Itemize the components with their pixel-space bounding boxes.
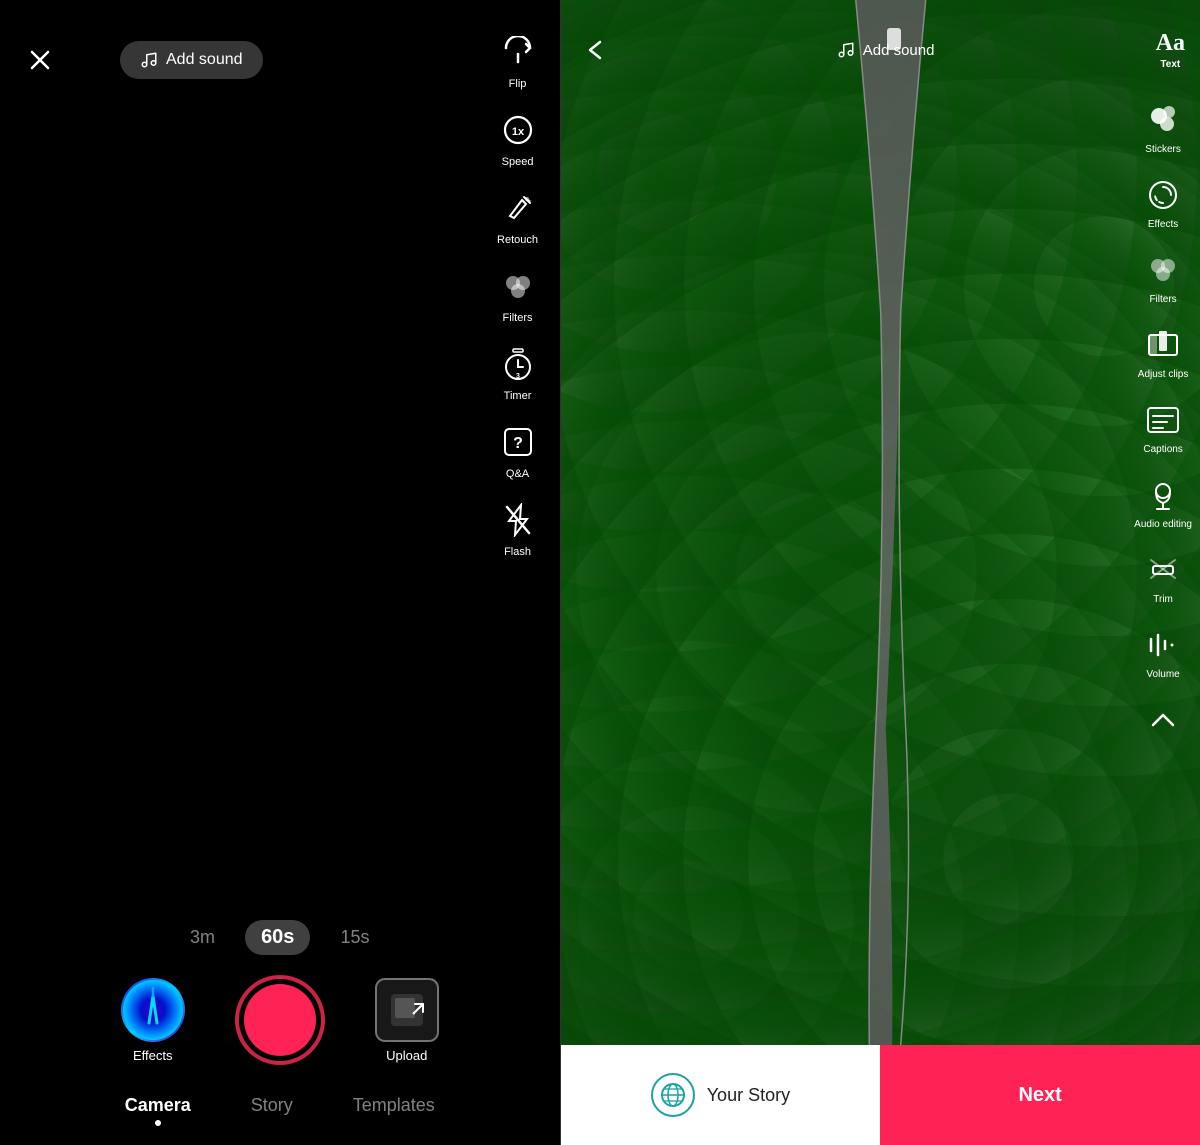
audio-editing-tool[interactable]: Audio editing — [1134, 475, 1192, 530]
more-tools-button[interactable] — [1143, 700, 1183, 740]
duration-3m[interactable]: 3m — [190, 927, 215, 948]
volume-icon — [1143, 625, 1183, 665]
upload-button[interactable]: Upload — [375, 978, 439, 1063]
flip-icon — [496, 30, 540, 74]
add-sound-right-label: Add sound — [863, 42, 935, 59]
right-panel: Add sound Aa Text Stickers — [561, 0, 1200, 1145]
captions-icon — [1143, 400, 1183, 440]
left-tools-panel: Flip 1x Speed — [496, 30, 540, 558]
volume-label: Volume — [1146, 669, 1179, 680]
timer-label: Timer — [504, 390, 532, 402]
next-label: Next — [1018, 1084, 1061, 1106]
bottom-action-bar: Your Story Next — [561, 1045, 1200, 1145]
filters-label: Filters — [503, 312, 533, 324]
captions-label: Captions — [1143, 444, 1182, 455]
retouch-icon — [496, 186, 540, 230]
speed-label: Speed — [502, 156, 534, 168]
qa-label: Q&A — [506, 468, 529, 480]
chevron-up-icon — [1143, 700, 1183, 740]
tab-camera[interactable]: Camera — [125, 1095, 191, 1126]
filters-right-tool[interactable]: Filters — [1143, 250, 1183, 305]
adjust-clips-label: Adjust clips — [1138, 369, 1189, 380]
speed-tool[interactable]: 1x Speed — [496, 108, 540, 168]
svg-text:1x: 1x — [511, 126, 524, 138]
add-sound-right-button[interactable]: Add sound — [837, 41, 935, 59]
back-button[interactable] — [576, 30, 616, 70]
flash-tool[interactable]: Flash — [496, 498, 540, 558]
filters-right-icon — [1143, 250, 1183, 290]
stickers-icon — [1143, 100, 1183, 140]
qa-icon: ? — [496, 420, 540, 464]
timer-tool[interactable]: 3 Timer — [496, 342, 540, 402]
tab-templates[interactable]: Templates — [353, 1095, 435, 1126]
effects-right-icon — [1143, 175, 1183, 215]
timer-icon: 3 — [496, 342, 540, 386]
record-inner — [244, 984, 316, 1056]
text-label: Text — [1160, 59, 1180, 70]
duration-15s[interactable]: 15s — [340, 927, 369, 948]
right-sidebar: Stickers Effects Filters — [1134, 100, 1192, 740]
tab-story[interactable]: Story — [251, 1095, 293, 1126]
record-button[interactable] — [235, 975, 325, 1065]
svg-text:?: ? — [513, 435, 523, 452]
next-button[interactable]: Next — [880, 1045, 1200, 1145]
audio-editing-label: Audio editing — [1134, 519, 1192, 530]
trim-icon — [1143, 550, 1183, 590]
duration-60s[interactable]: 60s — [245, 920, 310, 955]
effects-icon — [121, 978, 185, 1042]
left-panel: Add sound Flip 1x — [0, 0, 560, 1145]
effects-right-label: Effects — [1148, 219, 1178, 230]
retouch-tool[interactable]: Retouch — [496, 186, 540, 246]
bottom-tabs: Camera Story Templates — [0, 1075, 560, 1145]
adjust-clips-icon — [1143, 325, 1183, 365]
right-header: Add sound Aa Text — [561, 0, 1200, 85]
add-sound-label: Add sound — [166, 51, 243, 69]
your-story-button[interactable]: Your Story — [561, 1045, 881, 1145]
bottom-controls: 3m 60s 15s — [0, 920, 560, 1065]
effects-label: Effects — [133, 1048, 173, 1063]
trim-label: Trim — [1153, 594, 1173, 605]
volume-tool[interactable]: Volume — [1143, 625, 1183, 680]
trim-tool[interactable]: Trim — [1143, 550, 1183, 605]
filters-icon — [496, 264, 540, 308]
audio-editing-icon — [1143, 475, 1183, 515]
effects-right-tool[interactable]: Effects — [1143, 175, 1183, 230]
add-sound-button[interactable]: Add sound — [120, 41, 263, 79]
flash-icon — [496, 498, 540, 542]
upload-label: Upload — [386, 1048, 427, 1063]
text-tool-button[interactable]: Aa Text — [1156, 30, 1185, 70]
flip-tool[interactable]: Flip — [496, 30, 540, 90]
adjust-clips-tool[interactable]: Adjust clips — [1138, 325, 1189, 380]
stickers-tool[interactable]: Stickers — [1143, 100, 1183, 155]
story-globe-icon — [651, 1073, 695, 1117]
video-preview — [561, 0, 1200, 1145]
upload-icon — [375, 978, 439, 1042]
stickers-label: Stickers — [1145, 144, 1181, 155]
svg-text:3: 3 — [516, 373, 520, 380]
speed-icon: 1x — [496, 108, 540, 152]
close-button[interactable] — [20, 40, 60, 80]
captions-tool[interactable]: Captions — [1143, 400, 1183, 455]
qa-tool[interactable]: ? Q&A — [496, 420, 540, 480]
duration-selector: 3m 60s 15s — [190, 920, 369, 955]
your-story-label: Your Story — [707, 1085, 790, 1106]
flip-label: Flip — [509, 78, 527, 90]
filters-right-label: Filters — [1149, 294, 1176, 305]
capture-row: Effects Upload — [0, 975, 560, 1065]
text-icon: Aa — [1156, 30, 1185, 57]
left-header: Add sound Flip 1x — [0, 0, 560, 100]
effects-button[interactable]: Effects — [121, 978, 185, 1063]
retouch-label: Retouch — [497, 234, 538, 246]
flash-label: Flash — [504, 546, 531, 558]
filters-tool[interactable]: Filters — [496, 264, 540, 324]
